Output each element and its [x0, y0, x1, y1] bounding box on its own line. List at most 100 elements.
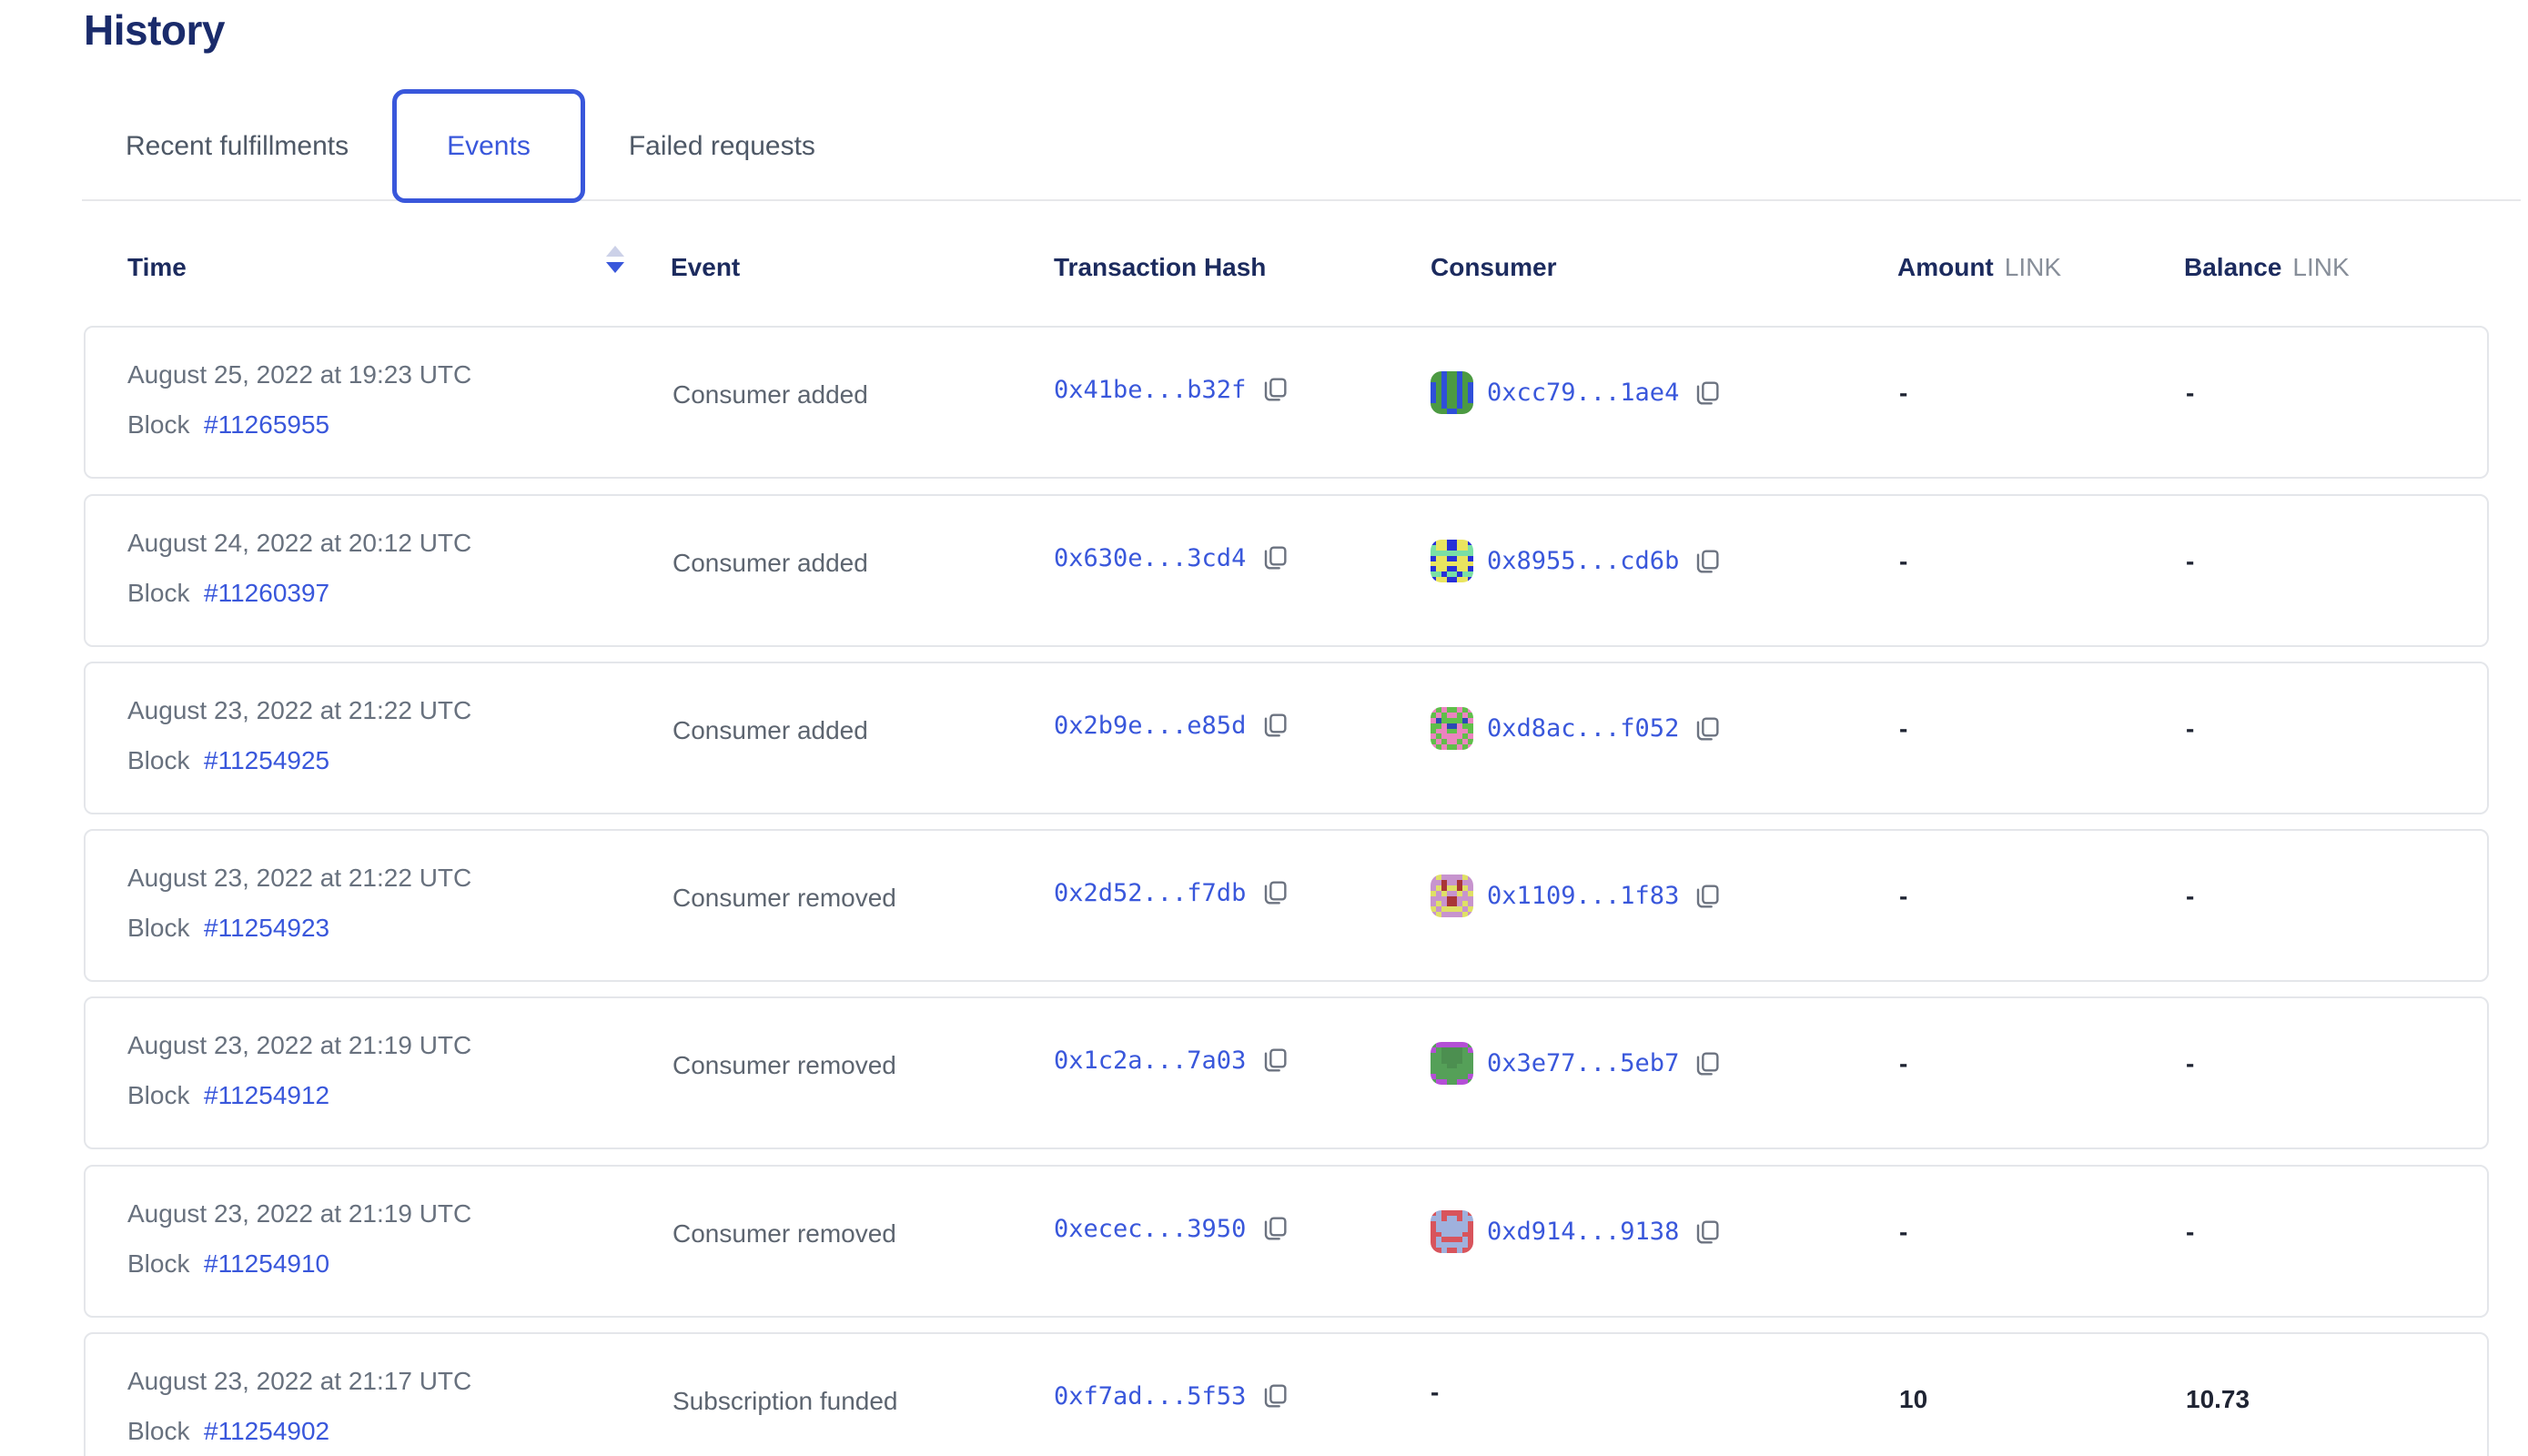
block-label: Block — [127, 914, 197, 942]
balance-cell: - — [2186, 1218, 2194, 1247]
copy-icon[interactable] — [1260, 543, 1289, 572]
event-cell: Consumer removed — [672, 1219, 896, 1249]
tx-cell: 0x2d52...f7db — [1054, 878, 1289, 907]
tx-hash-link[interactable]: 0x2b9e...e85d — [1054, 712, 1246, 740]
balance-cell: - — [2186, 882, 2194, 911]
column-header-time[interactable]: Time — [127, 253, 187, 282]
time-cell: August 23, 2022 at 21:22 UTC Block #1125… — [127, 696, 471, 775]
balance-header-label: Balance — [2184, 253, 2281, 281]
balance-cell: - — [2186, 714, 2194, 743]
block-number-link[interactable]: #11265955 — [204, 410, 329, 439]
consumer-cell: 0x3e77...5eb7 — [1431, 1042, 1722, 1085]
page-title: History — [84, 5, 225, 55]
tx-hash-link[interactable]: 0xecec...3950 — [1054, 1215, 1246, 1243]
balance-cell: 10.73 — [2186, 1385, 2250, 1414]
balance-cell: - — [2186, 1049, 2194, 1078]
event-cell: Consumer removed — [672, 1051, 896, 1080]
block-number-link[interactable]: #11260397 — [204, 579, 329, 607]
copy-icon[interactable] — [1693, 379, 1722, 408]
copy-icon[interactable] — [1260, 1381, 1289, 1410]
time-cell: August 23, 2022 at 21:17 UTC Block #1125… — [127, 1367, 471, 1446]
tab-bar: Recent fulfillments Events Failed reques… — [82, 89, 859, 203]
consumer-cell: 0xcc79...1ae4 — [1431, 371, 1722, 414]
tx-hash-link[interactable]: 0x630e...3cd4 — [1054, 544, 1246, 572]
block-label: Block — [127, 410, 197, 439]
row-timestamp: August 24, 2022 at 20:12 UTC — [127, 529, 471, 558]
amount-unit-label: LINK — [2005, 253, 2061, 281]
consumer-cell: - — [1431, 1378, 1439, 1407]
block-number-link[interactable]: #11254910 — [204, 1249, 329, 1278]
amount-cell: - — [1899, 1218, 1907, 1247]
tx-cell: 0x41be...b32f — [1054, 375, 1289, 404]
tx-cell: 0xf7ad...5f53 — [1054, 1381, 1289, 1410]
tx-hash-link[interactable]: 0xf7ad...5f53 — [1054, 1382, 1246, 1410]
time-cell: August 23, 2022 at 21:19 UTC Block #1125… — [127, 1031, 471, 1110]
block-number-link[interactable]: #11254902 — [204, 1417, 329, 1445]
consumer-address-link[interactable]: 0xd8ac...f052 — [1487, 714, 1679, 743]
consumer-cell: 0x1109...1f83 — [1431, 875, 1722, 917]
copy-icon[interactable] — [1260, 1214, 1289, 1243]
tab-events[interactable]: Events — [392, 89, 585, 203]
tab-recent-fulfillments[interactable]: Recent fulfillments — [82, 89, 392, 203]
balance-cell: - — [2186, 379, 2194, 408]
block-line: Block #11254923 — [127, 914, 471, 943]
block-number-link[interactable]: #11254912 — [204, 1081, 329, 1109]
amount-cell: - — [1899, 714, 1907, 743]
block-number-link[interactable]: #11254925 — [204, 746, 329, 774]
consumer-address-link[interactable]: 0xcc79...1ae4 — [1487, 379, 1679, 407]
copy-icon[interactable] — [1693, 714, 1722, 743]
table-row: August 23, 2022 at 21:22 UTC Block #1125… — [84, 829, 2489, 982]
column-header-transaction-hash: Transaction Hash — [1054, 253, 1266, 282]
tx-cell: 0x2b9e...e85d — [1054, 711, 1289, 740]
block-line: Block #11265955 — [127, 410, 471, 440]
block-label: Block — [127, 1081, 197, 1109]
tx-hash-link[interactable]: 0x1c2a...7a03 — [1054, 1046, 1246, 1075]
time-cell: August 23, 2022 at 21:19 UTC Block #1125… — [127, 1199, 471, 1279]
table-header: Time Event Transaction Hash Consumer Amo… — [0, 253, 2528, 284]
event-cell: Consumer removed — [672, 884, 896, 913]
copy-icon[interactable] — [1260, 711, 1289, 740]
consumer-address-link[interactable]: 0x8955...cd6b — [1487, 547, 1679, 575]
copy-icon[interactable] — [1260, 1046, 1289, 1075]
event-cell: Consumer added — [672, 549, 868, 578]
tx-cell: 0xecec...3950 — [1054, 1214, 1289, 1243]
row-timestamp: August 23, 2022 at 21:22 UTC — [127, 696, 471, 725]
tx-hash-link[interactable]: 0x2d52...f7db — [1054, 879, 1246, 907]
tx-hash-link[interactable]: 0x41be...b32f — [1054, 376, 1246, 404]
block-label: Block — [127, 1249, 197, 1278]
copy-icon[interactable] — [1693, 1049, 1722, 1078]
time-cell: August 24, 2022 at 20:12 UTC Block #1126… — [127, 529, 471, 608]
sort-arrows-icon[interactable] — [606, 246, 624, 273]
copy-icon[interactable] — [1260, 878, 1289, 907]
amount-cell: - — [1899, 379, 1907, 408]
consumer-address-link[interactable]: 0xd914...9138 — [1487, 1218, 1679, 1246]
block-line: Block #11260397 — [127, 579, 471, 608]
column-header-amount: Amount LINK — [1897, 253, 2061, 282]
event-cell: Consumer added — [672, 380, 868, 410]
event-cell: Consumer added — [672, 716, 868, 745]
block-number-link[interactable]: #11254923 — [204, 914, 329, 942]
tx-cell: 0x1c2a...7a03 — [1054, 1046, 1289, 1075]
copy-icon[interactable] — [1260, 375, 1289, 404]
tx-cell: 0x630e...3cd4 — [1054, 543, 1289, 572]
amount-header-label: Amount — [1897, 253, 1994, 281]
consumer-address-link[interactable]: 0x1109...1f83 — [1487, 882, 1679, 910]
amount-cell: - — [1899, 547, 1907, 576]
sort-desc-icon — [606, 262, 624, 273]
table-row: August 23, 2022 at 21:17 UTC Block #1125… — [84, 1332, 2489, 1456]
history-page: History Recent fulfillments Events Faile… — [0, 0, 2528, 1456]
table-row: August 23, 2022 at 21:22 UTC Block #1125… — [84, 662, 2489, 814]
amount-cell: - — [1899, 882, 1907, 911]
time-cell: August 23, 2022 at 21:22 UTC Block #1125… — [127, 864, 471, 943]
table-row: August 24, 2022 at 20:12 UTC Block #1126… — [84, 494, 2489, 647]
block-label: Block — [127, 1417, 197, 1445]
tab-failed-requests[interactable]: Failed requests — [585, 89, 859, 203]
copy-icon[interactable] — [1693, 882, 1722, 911]
consumer-empty-value: - — [1431, 1378, 1439, 1407]
copy-icon[interactable] — [1693, 547, 1722, 576]
copy-icon[interactable] — [1693, 1218, 1722, 1247]
consumer-address-link[interactable]: 0x3e77...5eb7 — [1487, 1049, 1679, 1077]
block-line: Block #11254925 — [127, 746, 471, 775]
block-line: Block #11254912 — [127, 1081, 471, 1110]
row-timestamp: August 23, 2022 at 21:22 UTC — [127, 864, 471, 893]
